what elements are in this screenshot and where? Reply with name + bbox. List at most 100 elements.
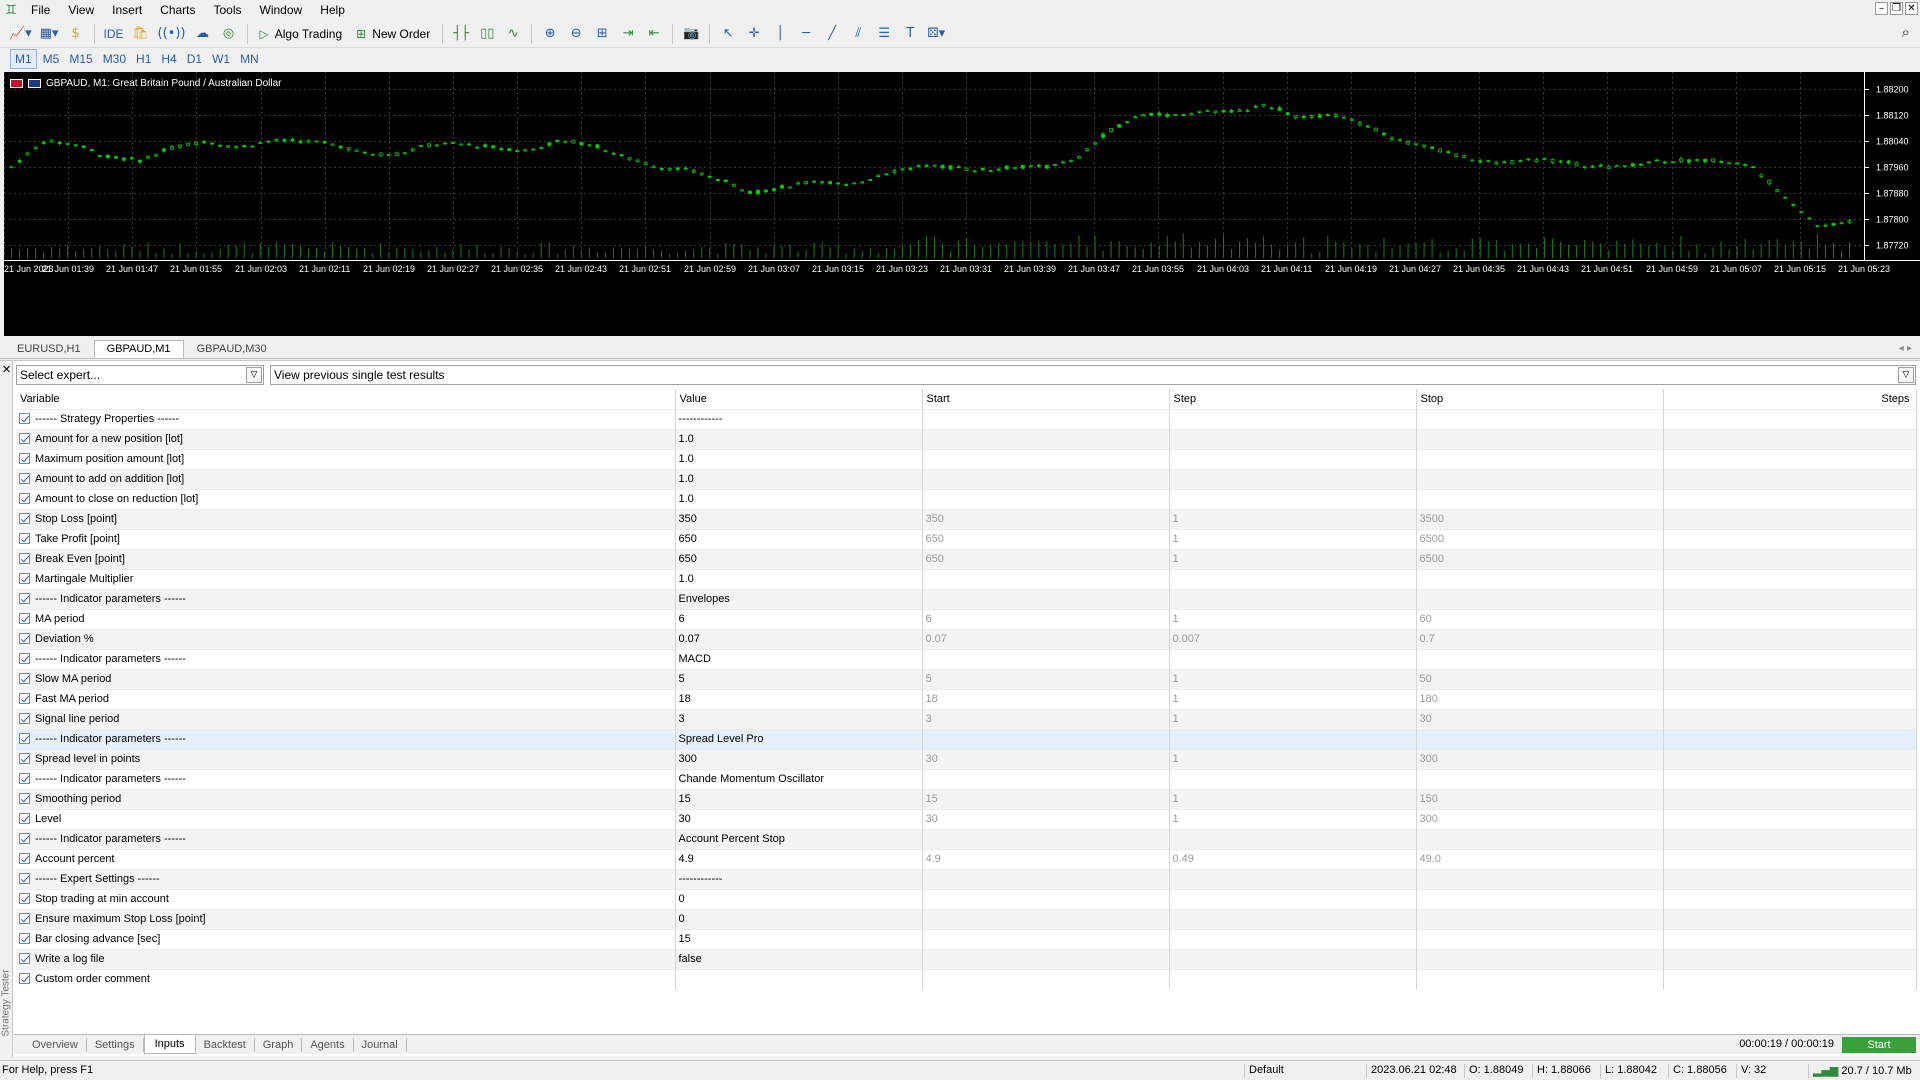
chart-tab[interactable]: GBPAUD,M30 (184, 340, 280, 358)
start-cell[interactable] (922, 428, 1170, 449)
stop-cell[interactable] (1416, 928, 1664, 949)
stop-cell[interactable] (1416, 448, 1664, 469)
table-row[interactable]: Signal line period 3 3 1 30 (16, 708, 1917, 729)
start-cell[interactable] (922, 488, 1170, 509)
checkbox[interactable] (19, 433, 30, 444)
step-cell[interactable]: 1 (1169, 808, 1417, 829)
crosshair-icon[interactable]: ✛ (742, 22, 766, 46)
step-cell[interactable] (1169, 868, 1417, 889)
start-cell[interactable]: 3 (922, 708, 1170, 729)
new-order-button[interactable]: ⊞ New Order (350, 22, 436, 46)
ide-button[interactable]: IDE (101, 22, 127, 46)
checkbox[interactable] (19, 493, 30, 504)
timeframe-w1[interactable]: W1 (208, 50, 234, 68)
checkbox[interactable] (19, 673, 30, 684)
stop-cell[interactable] (1416, 828, 1664, 849)
start-cell[interactable] (922, 728, 1170, 749)
horizontal-line-icon[interactable]: ─ (794, 22, 818, 46)
start-cell[interactable] (922, 868, 1170, 889)
bar-chart-icon[interactable]: ┤├ (449, 22, 473, 46)
step-cell[interactable] (1169, 728, 1417, 749)
checkbox[interactable] (19, 893, 30, 904)
checkbox[interactable] (19, 553, 30, 564)
stop-cell[interactable]: 6500 (1416, 548, 1664, 569)
step-cell[interactable]: 1 (1169, 528, 1417, 549)
table-row[interactable]: Amount to add on addition [lot] 1.0 (16, 468, 1917, 489)
step-cell[interactable]: 1 (1169, 608, 1417, 629)
tab-agents[interactable]: Agents (302, 1037, 354, 1052)
step-cell[interactable] (1169, 908, 1417, 929)
cursor-icon[interactable]: ↖ (716, 22, 740, 46)
stop-cell[interactable]: 300 (1416, 748, 1664, 769)
start-cell[interactable] (922, 768, 1170, 789)
checkbox[interactable] (19, 973, 30, 985)
table-row[interactable]: ------ Indicator parameters ------ Chande… (16, 768, 1917, 789)
step-cell[interactable] (1169, 648, 1417, 669)
value-cell[interactable]: 650 (675, 528, 923, 549)
line-chart-icon[interactable]: ∿ (501, 22, 525, 46)
start-cell[interactable]: 15 (922, 788, 1170, 809)
step-cell[interactable] (1169, 408, 1417, 429)
value-cell[interactable]: 0 (675, 908, 923, 929)
chevron-down-icon[interactable]: ▽ (246, 367, 262, 383)
tab-scroll-icon[interactable]: ◂ ▸ (1899, 343, 1912, 354)
value-cell[interactable] (675, 968, 923, 989)
table-row[interactable]: Stop trading at min account 0 (16, 888, 1917, 909)
step-cell[interactable]: 1 (1169, 548, 1417, 569)
start-cell[interactable]: 0.07 (922, 628, 1170, 649)
stop-cell[interactable] (1416, 408, 1664, 429)
checkbox[interactable] (19, 633, 30, 644)
start-cell[interactable] (922, 948, 1170, 969)
value-cell[interactable]: 4.9 (675, 848, 923, 869)
step-cell[interactable] (1169, 768, 1417, 789)
value-cell[interactable]: 650 (675, 548, 923, 569)
stop-cell[interactable]: 60 (1416, 608, 1664, 629)
close-panel-icon[interactable]: ✕ (2, 363, 11, 376)
value-cell[interactable]: 0.07 (675, 628, 923, 649)
value-cell[interactable]: 1.0 (675, 448, 923, 469)
table-row[interactable]: Ensure maximum Stop Loss [point] 0 (16, 908, 1917, 929)
start-cell[interactable] (922, 648, 1170, 669)
table-row[interactable]: Spread level in points 300 30 1 300 (16, 748, 1917, 769)
stop-cell[interactable]: 49.0 (1416, 848, 1664, 869)
tile-windows-icon[interactable]: ⊞ (590, 22, 614, 46)
value-cell[interactable]: 0 (675, 888, 923, 909)
timeframe-h4[interactable]: H4 (157, 50, 180, 68)
start-cell[interactable]: 30 (922, 748, 1170, 769)
stop-cell[interactable] (1416, 468, 1664, 489)
checkbox[interactable] (19, 933, 30, 944)
start-cell[interactable] (922, 888, 1170, 909)
start-cell[interactable]: 18 (922, 688, 1170, 709)
chevron-down-icon[interactable]: ▽ (1898, 367, 1914, 383)
step-cell[interactable] (1169, 448, 1417, 469)
table-row[interactable]: Slow MA period 5 5 1 50 (16, 668, 1917, 689)
step-cell[interactable] (1169, 928, 1417, 949)
table-row[interactable]: Amount for a new position [lot] 1.0 (16, 428, 1917, 449)
value-cell[interactable]: 15 (675, 788, 923, 809)
trend-line-icon[interactable]: ╱ (820, 22, 844, 46)
checkbox[interactable] (19, 693, 30, 704)
stop-cell[interactable] (1416, 948, 1664, 969)
menu-tools[interactable]: Tools (205, 0, 251, 20)
stop-cell[interactable] (1416, 588, 1664, 609)
checkbox[interactable] (19, 813, 30, 824)
value-cell[interactable]: Chande Momentum Oscillator (675, 768, 923, 789)
value-cell[interactable]: Spread Level Pro (675, 728, 923, 749)
table-row[interactable]: Custom order comment (16, 968, 1917, 989)
timeframe-h1[interactable]: H1 (132, 50, 155, 68)
start-cell[interactable] (922, 568, 1170, 589)
checkbox[interactable] (19, 573, 30, 584)
chart-tab[interactable]: GBPAUD,M1 (93, 340, 184, 358)
autoscroll-icon[interactable]: ⇥ (616, 22, 640, 46)
stop-cell[interactable] (1416, 488, 1664, 509)
checkbox[interactable] (19, 873, 30, 884)
menu-file[interactable]: File (22, 0, 59, 20)
search-icon[interactable]: ⌕ (1902, 23, 1910, 41)
step-cell[interactable]: 1 (1169, 788, 1417, 809)
table-row[interactable]: Martingale Multiplier 1.0 (16, 568, 1917, 589)
tab-overview[interactable]: Overview (24, 1037, 87, 1052)
timeframe-mn[interactable]: MN (236, 50, 263, 68)
start-cell[interactable] (922, 928, 1170, 949)
start-cell[interactable] (922, 468, 1170, 489)
checkbox[interactable] (19, 793, 30, 804)
